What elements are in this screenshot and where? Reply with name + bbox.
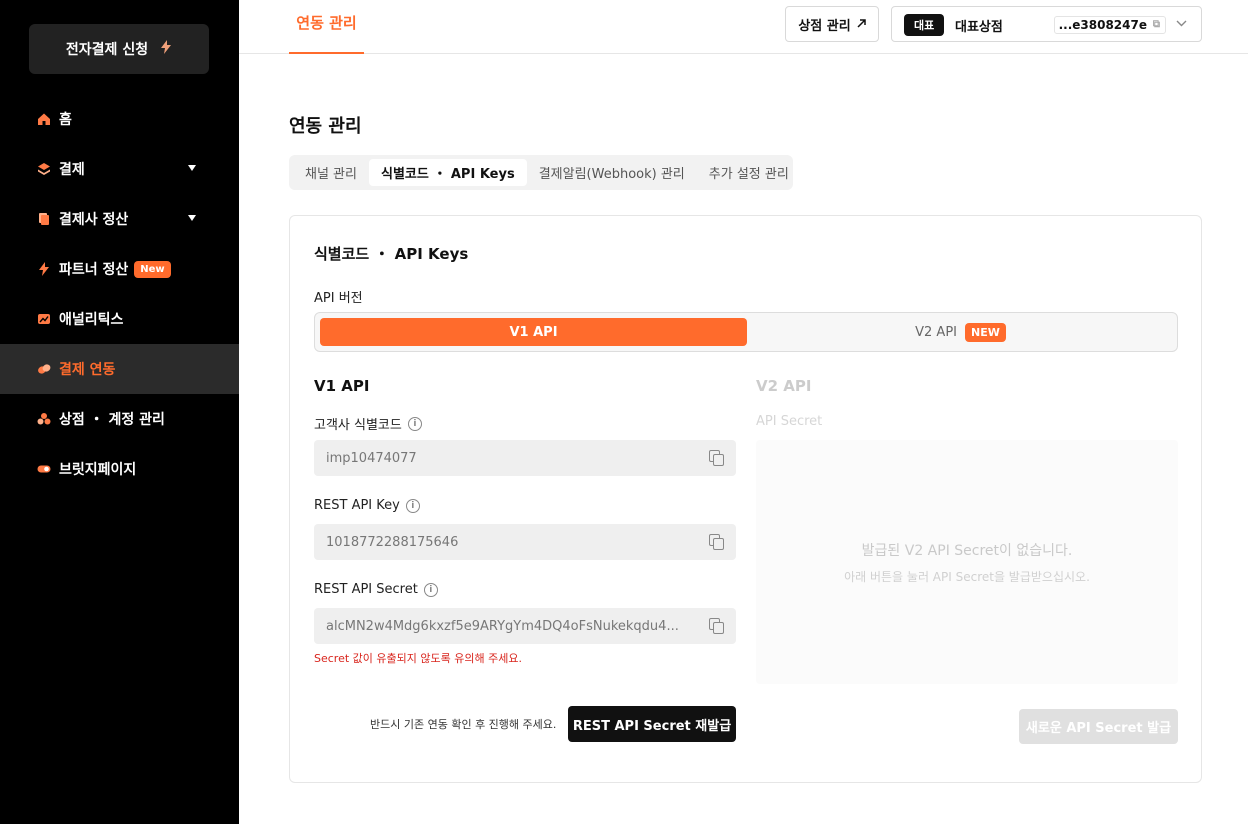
tab-webhook-management[interactable]: 결제알림(Webhook) 관리 [527,159,697,186]
store-tag-badge: 대표 [904,14,945,36]
chart-icon [37,312,51,326]
reissue-secret-button[interactable]: REST API Secret 재발급 [568,706,736,742]
bolt-icon [37,262,51,276]
v1-section-title: V1 API [314,377,370,395]
rest-api-key-label: REST API Key i [314,498,420,513]
tab-additional-settings[interactable]: 추가 설정 관리 [697,159,801,186]
sidebar-item-label: 상점 ・ 계정 관리 [59,412,165,428]
store-name: 대표상점 [955,20,1003,35]
page-title: 연동 관리 [289,116,362,137]
store-selector[interactable]: 대표 대표상점 ...e3808247e ⧉ [891,6,1202,42]
sidebar-item-label: 애널리틱스 [59,312,124,328]
empty-state-title: 발급된 V2 API Secret이 없습니다. [861,543,1073,559]
sidebar: 전자결제 신청 홈 결제 결제사 정산 파트너 정산 New 애널리틱스 결제 … [0,0,239,824]
tab-integration-management[interactable]: 연동 관리 [289,0,364,54]
sidebar-item-analytics[interactable]: 애널리틱스 [0,294,239,344]
sidebar-item-integration[interactable]: 결제 연동 [0,344,239,394]
new-badge: NEW [965,322,1006,342]
home-icon [37,112,51,126]
sidebar-item-pg-settlement[interactable]: 결제사 정산 [0,194,239,244]
v1-api-option[interactable]: V1 API [320,318,747,346]
info-icon[interactable]: i [407,416,422,431]
sidebar-item-home[interactable]: 홈 [0,94,239,144]
store-management-label: 상점 관리 [798,18,851,34]
sidebar-item-label: 홈 [59,112,72,128]
v2-option-label: V2 API [915,324,957,340]
sidebar-item-payment[interactable]: 결제 [0,144,239,194]
store-id: ...e3808247e [1058,18,1147,32]
field-value: imp10474077 [326,450,417,466]
chevron-down-icon [188,215,196,221]
field-label-text: 고객사 식별코드 [314,418,402,433]
sidebar-item-store-account[interactable]: 상점 ・ 계정 관리 [0,394,239,444]
sidebar-item-label: 결제 [59,162,85,178]
sidebar-item-partner-settlement[interactable]: 파트너 정산 New [0,244,239,294]
v2-empty-state: 발급된 V2 API Secret이 없습니다. 아래 버튼을 눌러 API S… [756,440,1178,684]
api-keys-card: 식별코드 ・ API Keys API 버전 V1 API V2 API NEW… [289,215,1202,783]
chevron-down-icon [188,165,196,171]
v2-api-option[interactable]: V2 API NEW [747,318,1174,346]
issue-new-secret-button: 새로운 API Secret 발급 [1019,709,1178,744]
confirm-note-text: 반드시 기존 연동 확인 후 진행해 주세요. [370,718,557,731]
secret-warning-text: Secret 값이 유출되지 않도록 유의해 주세요. [314,652,522,665]
copy-icon[interactable] [709,450,724,466]
field-label-text: REST API Key [314,498,400,513]
sidebar-item-bridge-page[interactable]: 브릿지페이지 [0,444,239,494]
v2-secret-label: API Secret [756,414,823,429]
link-icon [37,362,51,376]
v1-option-label: V1 API [509,324,558,340]
info-icon[interactable]: i [405,498,420,513]
field-label-text: REST API Secret [314,582,418,597]
copy-icon[interactable] [709,618,724,634]
store-management-button[interactable]: 상점 관리 [785,6,879,42]
document-icon [37,212,51,226]
new-badge: New [134,260,171,278]
rest-api-secret-label: REST API Secret i [314,582,438,597]
empty-state-description: 아래 버튼을 눌러 API Secret을 발급받으십시오. [844,570,1090,584]
card-title: 식별코드 ・ API Keys [314,245,469,263]
field-value: 1018772288175646 [326,534,459,550]
sidebar-item-label: 결제사 정산 [59,212,129,228]
merchant-id-label: 고객사 식별코드 i [314,414,422,433]
apply-payment-button[interactable]: 전자결제 신청 [29,24,209,74]
sidebar-item-label: 파트너 정산 [59,262,129,278]
v2-section-title: V2 API [756,377,812,395]
api-version-toggle: V1 API V2 API NEW [314,312,1178,352]
users-icon [37,412,51,426]
chevron-down-icon [1176,16,1187,30]
toggle-icon [37,462,51,476]
sidebar-item-label: 결제 연동 [59,362,116,378]
sidebar-item-label: 브릿지페이지 [59,462,137,478]
tab-channel-management[interactable]: 채널 관리 [293,159,369,186]
sub-tabs: 채널 관리 식별코드 ・ API Keys 결제알림(Webhook) 관리 추… [289,155,793,190]
rest-api-secret-field[interactable]: alcMN2w4Mdg6kxzf5e9ARYgYm4DQ4oFsNukekqdu… [314,608,736,644]
bolt-icon [160,40,172,58]
api-version-label: API 버전 [314,291,363,306]
top-bar: 연동 관리 상점 관리 대표 대표상점 ...e3808247e ⧉ [239,0,1248,54]
merchant-id-field[interactable]: imp10474077 [314,440,736,476]
rest-api-key-field[interactable]: 1018772288175646 [314,524,736,560]
copy-icon[interactable] [709,534,724,550]
apply-button-label: 전자결제 신청 [65,42,149,58]
external-link-icon [857,17,866,32]
field-value: alcMN2w4Mdg6kxzf5e9ARYgYm4DQ4oFsNukekqdu… [326,618,679,634]
layers-icon [37,162,51,176]
store-id-chip[interactable]: ...e3808247e ⧉ [1054,16,1166,34]
info-icon[interactable]: i [423,582,438,597]
copy-icon[interactable]: ⧉ [1153,19,1160,30]
sidebar-nav: 홈 결제 결제사 정산 파트너 정산 New 애널리틱스 결제 연동 상점 ・ … [0,94,239,494]
tab-api-keys[interactable]: 식별코드 ・ API Keys [368,159,527,186]
